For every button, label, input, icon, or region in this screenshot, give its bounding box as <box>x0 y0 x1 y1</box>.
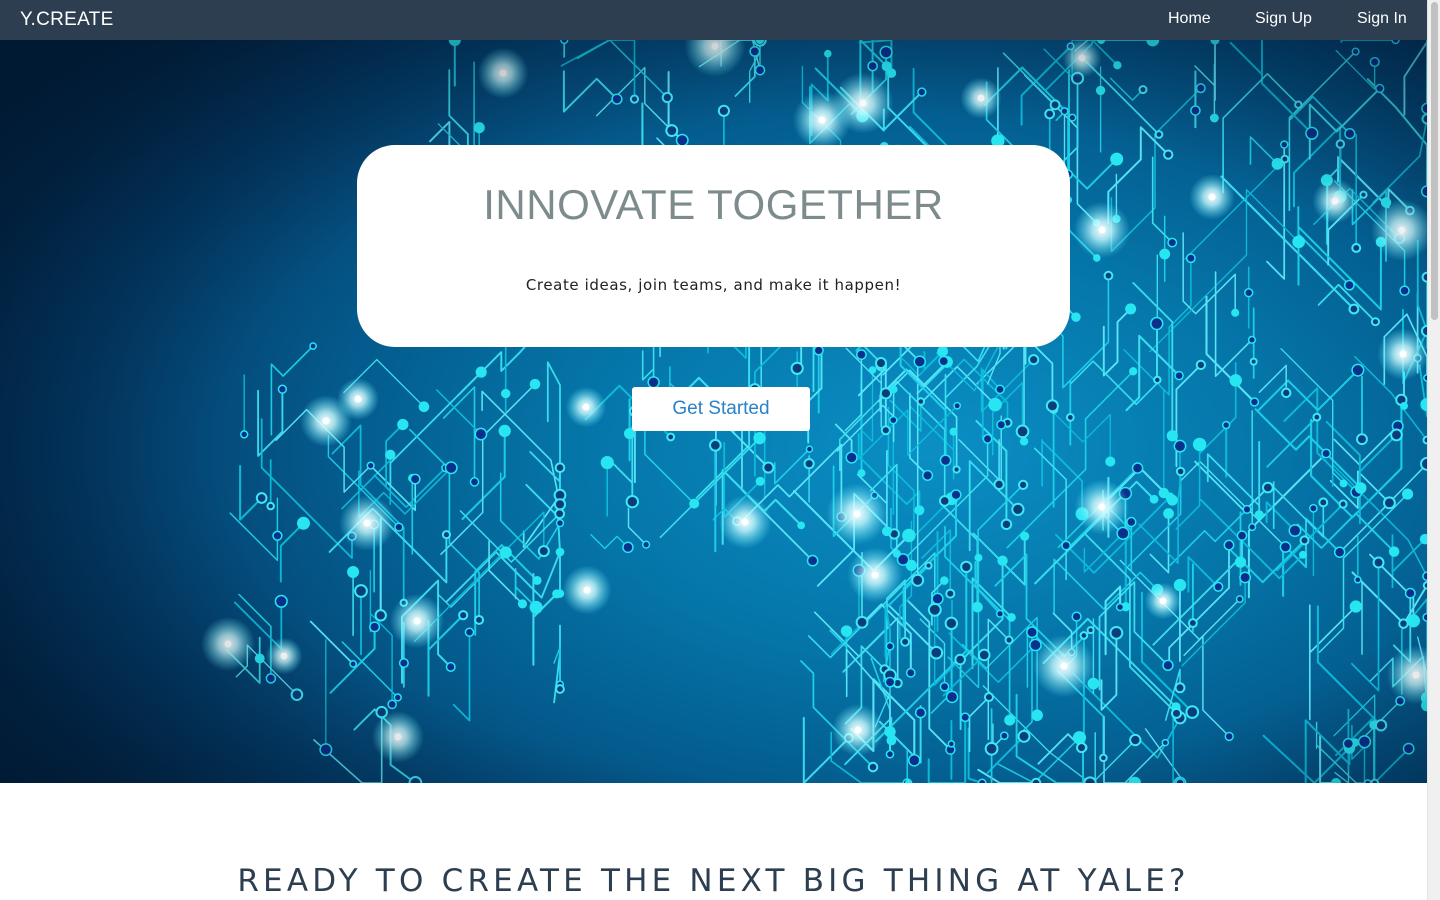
hero-title: INNOVATE TOGETHER <box>483 181 944 228</box>
page: Y.CREATE Home Sign Up Sign In INNOVATE T… <box>0 0 1427 900</box>
nav-sign-in-link[interactable]: Sign In <box>1357 10 1407 28</box>
page-scrollbar[interactable] <box>1427 0 1440 900</box>
get-started-button[interactable]: Get Started <box>632 387 810 431</box>
scrollbar-thumb[interactable] <box>1431 2 1438 320</box>
hero-subtitle: Create ideas, join teams, and make it ha… <box>525 276 902 294</box>
cta-section: READY TO CREATE THE NEXT BIG THING AT YA… <box>0 783 1427 900</box>
hero-card: INNOVATE TOGETHER Create ideas, join tea… <box>357 145 1070 347</box>
nav-home-link[interactable]: Home <box>1168 10 1211 28</box>
top-navbar: Y.CREATE Home Sign Up Sign In <box>0 0 1427 40</box>
nav-sign-up-link[interactable]: Sign Up <box>1255 10 1312 28</box>
brand-logo-link[interactable]: Y.CREATE <box>20 9 114 31</box>
hero-section: INNOVATE TOGETHER Create ideas, join tea… <box>0 40 1427 783</box>
section-heading: READY TO CREATE THE NEXT BIG THING AT YA… <box>237 863 1190 899</box>
